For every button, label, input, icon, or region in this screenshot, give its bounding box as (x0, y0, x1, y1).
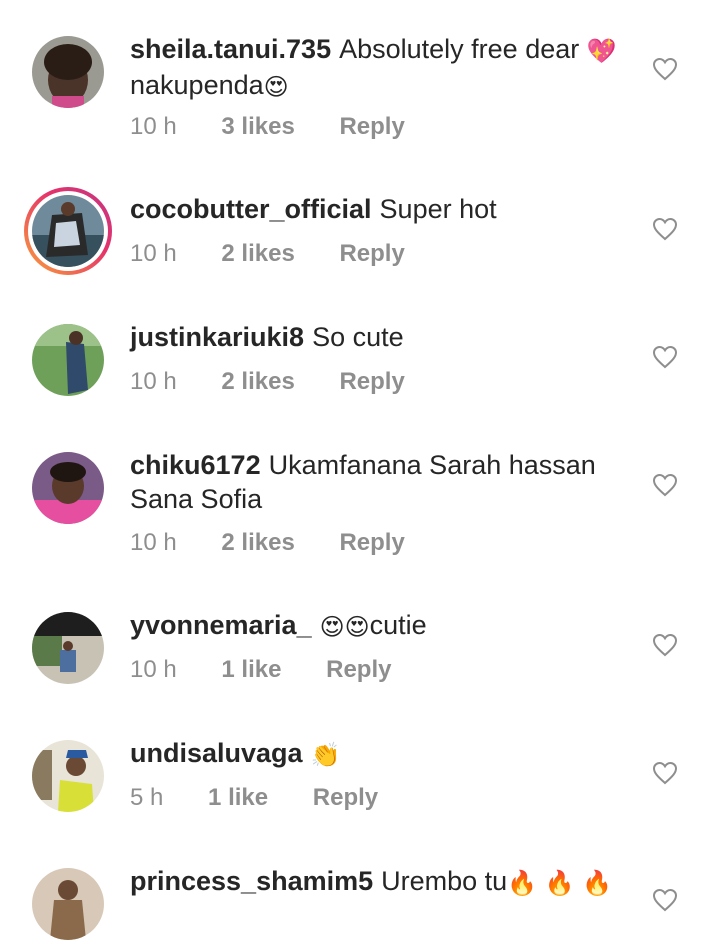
comment-body: Super hot (379, 194, 497, 224)
clapping-hands-emoji: 👏 (310, 740, 341, 769)
username[interactable]: cocobutter_official (130, 194, 372, 224)
sparkling-heart-emoji: 💖 (586, 36, 617, 65)
timestamp: 10 h (130, 368, 177, 395)
username[interactable]: chiku6172 (130, 450, 261, 480)
heart-outline-icon[interactable] (652, 57, 678, 81)
heart-outline-icon[interactable] (652, 217, 678, 241)
reply-button[interactable]: Reply (313, 784, 378, 811)
comment-meta: 10 h 2 likes Reply (130, 368, 443, 396)
comment-body-line2: nakupenda (130, 69, 264, 100)
likes-count[interactable]: 2 likes (221, 529, 294, 556)
username[interactable]: yvonnemaria_ (130, 610, 312, 640)
comment-body: cutie (369, 610, 427, 640)
heart-outline-icon[interactable] (652, 473, 678, 497)
comment-meta: 10 h 2 likes Reply (130, 529, 443, 557)
timestamp: 10 h (130, 656, 177, 683)
reply-button[interactable]: Reply (339, 529, 404, 556)
reply-button[interactable]: Reply (326, 656, 391, 683)
avatar[interactable] (32, 324, 104, 396)
heart-outline-icon[interactable] (652, 345, 678, 369)
comment-body-line2: Sana Sofia (130, 484, 263, 514)
comment-text: sheila.tanui.735 Absolutely free dear 💖 n… (130, 32, 630, 104)
username[interactable]: justinkariuki8 (130, 322, 304, 352)
avatar[interactable] (32, 740, 104, 812)
timestamp: 10 h (130, 240, 177, 267)
timestamp: 10 h (130, 529, 177, 556)
comment-body: So cute (312, 322, 404, 352)
reply-button[interactable]: Reply (339, 368, 404, 395)
comment-text: cocobutter_official Super hot (130, 192, 630, 226)
comment-meta: 5 h 1 like Reply (130, 784, 416, 812)
likes-count[interactable]: 2 likes (221, 368, 294, 395)
likes-count[interactable]: 2 likes (221, 240, 294, 267)
comment-body: Absolutely free dear (339, 34, 580, 64)
avatar[interactable] (32, 36, 104, 108)
comment-meta: 10 h 3 likes Reply (130, 113, 443, 141)
reply-button[interactable]: Reply (339, 113, 404, 140)
timestamp: 5 h (130, 784, 164, 811)
reply-button[interactable]: Reply (339, 240, 404, 267)
heart-outline-icon[interactable] (652, 761, 678, 785)
likes-count[interactable]: 3 likes (221, 113, 294, 140)
heart-eyes-emoji: 😍 (263, 72, 289, 101)
heart-outline-icon[interactable] (652, 888, 678, 912)
fire-emoji: 🔥 🔥 🔥 (507, 868, 613, 897)
username[interactable]: sheila.tanui.735 (130, 34, 331, 64)
likes-count[interactable]: 1 like (221, 656, 281, 683)
timestamp: 10 h (130, 113, 177, 140)
comment-meta: 10 h 2 likes Reply (130, 240, 443, 268)
comment-meta: 10 h 1 like Reply (130, 656, 429, 684)
likes-count[interactable]: 1 like (208, 784, 268, 811)
avatar-with-story-ring[interactable] (24, 187, 112, 275)
comment-text: undisaluvaga 👏 (130, 736, 630, 772)
username[interactable]: undisaluvaga (130, 738, 303, 768)
avatar[interactable] (32, 452, 104, 524)
comment-text: chiku6172 Ukamfanana Sarah hassan Sana So… (130, 448, 630, 516)
heart-outline-icon[interactable] (652, 633, 678, 657)
avatar[interactable] (32, 612, 104, 684)
comment-text: princess_shamim5 Urembo tu🔥 🔥 🔥 (130, 864, 630, 900)
comment-body: Ukamfanana Sarah hassan (268, 450, 596, 480)
avatar[interactable] (32, 868, 104, 940)
username[interactable]: princess_shamim5 (130, 866, 373, 896)
comment-body: Urembo tu (381, 866, 508, 896)
comment-text: justinkariuki8 So cute (130, 320, 630, 354)
comment-text: yvonnemaria_ 😍😍cutie (130, 608, 630, 644)
heart-eyes-emoji: 😍😍 (319, 612, 370, 641)
